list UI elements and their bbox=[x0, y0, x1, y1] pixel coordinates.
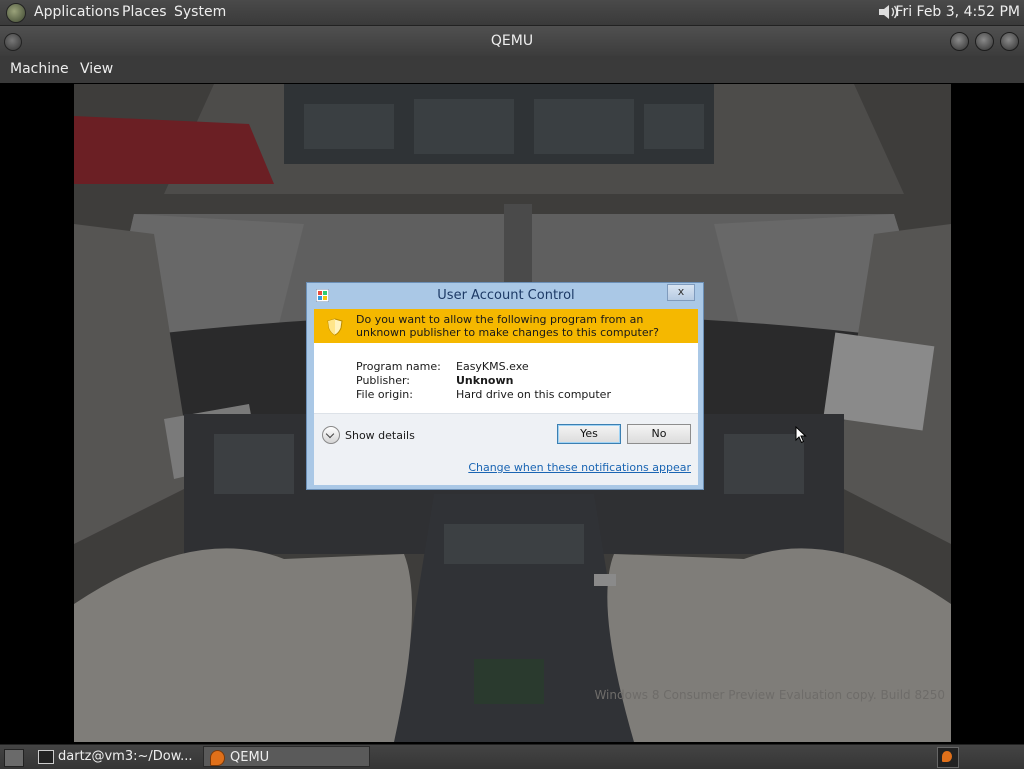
show-details-label[interactable]: Show details bbox=[345, 429, 415, 442]
publisher-value: Unknown bbox=[456, 374, 514, 387]
mouse-pointer-icon bbox=[795, 426, 807, 444]
file-origin-row: File origin: Hard drive on this computer bbox=[356, 388, 611, 402]
program-name-value: EasyKMS.exe bbox=[456, 360, 529, 373]
taskbar-qemu-label: QEMU bbox=[230, 750, 270, 765]
system-menu[interactable]: System bbox=[174, 4, 226, 20]
qemu-icon bbox=[210, 750, 225, 766]
maximize-button[interactable] bbox=[975, 32, 994, 51]
uac-close-button[interactable]: x bbox=[667, 284, 695, 301]
show-details-toggle[interactable]: Show details bbox=[322, 426, 415, 444]
menu-machine[interactable]: Machine bbox=[10, 61, 69, 77]
taskbar-item-terminal[interactable]: dartz@vm3:~/Dow... bbox=[32, 746, 200, 767]
menubar: Machine View bbox=[0, 56, 1024, 83]
shield-icon bbox=[327, 318, 343, 336]
window-titlebar[interactable]: QEMU bbox=[0, 26, 1024, 56]
watermark: Windows 8 Consumer Preview Evaluation co… bbox=[594, 686, 945, 704]
taskbar: dartz@vm3:~/Dow... QEMU bbox=[0, 744, 1024, 769]
uac-body: Program name: EasyKMS.exe Publisher: Unk… bbox=[314, 343, 698, 485]
uac-title: User Account Control bbox=[437, 288, 575, 303]
top-panel: Applications Places System Fri Feb 3, 4:… bbox=[0, 0, 1024, 26]
menu-view[interactable]: View bbox=[80, 61, 113, 77]
publisher-row: Publisher: Unknown bbox=[356, 374, 611, 388]
close-window-button[interactable] bbox=[1000, 32, 1019, 51]
chevron-down-icon[interactable] bbox=[322, 426, 340, 444]
no-button[interactable]: No bbox=[627, 424, 691, 444]
terminal-icon bbox=[38, 750, 54, 764]
uac-footer: Show details Yes No Change when these no… bbox=[314, 413, 698, 485]
places-menu[interactable]: Places bbox=[122, 4, 167, 20]
tray-qemu-icon[interactable] bbox=[937, 747, 959, 768]
publisher-label: Publisher: bbox=[356, 374, 411, 387]
applications-menu[interactable]: Applications bbox=[34, 4, 120, 20]
yes-button[interactable]: Yes bbox=[557, 424, 621, 444]
file-origin-label: File origin: bbox=[356, 388, 413, 401]
minimize-button[interactable] bbox=[950, 32, 969, 51]
uac-question: Do you want to allow the following progr… bbox=[356, 313, 659, 339]
window-title: QEMU bbox=[490, 33, 534, 49]
program-name-row: Program name: EasyKMS.exe bbox=[356, 360, 611, 374]
clock[interactable]: Fri Feb 3, 4:52 PM bbox=[895, 4, 1020, 20]
program-name-label: Program name: bbox=[356, 360, 441, 373]
change-notifications-link[interactable]: Change when these notifications appear bbox=[468, 461, 691, 474]
gnome-foot-icon[interactable] bbox=[6, 3, 26, 23]
show-desktop-icon[interactable] bbox=[4, 749, 24, 767]
uac-dialog: User Account Control x Do you want to al… bbox=[306, 282, 704, 490]
program-info: Program name: EasyKMS.exe Publisher: Unk… bbox=[356, 360, 611, 402]
taskbar-terminal-label: dartz@vm3:~/Dow... bbox=[58, 749, 193, 764]
file-origin-value: Hard drive on this computer bbox=[456, 388, 611, 401]
uac-banner: Do you want to allow the following progr… bbox=[314, 309, 698, 343]
watermark-text: Windows 8 Consumer Preview Evaluation co… bbox=[594, 688, 945, 702]
taskbar-item-qemu[interactable]: QEMU bbox=[203, 746, 370, 767]
